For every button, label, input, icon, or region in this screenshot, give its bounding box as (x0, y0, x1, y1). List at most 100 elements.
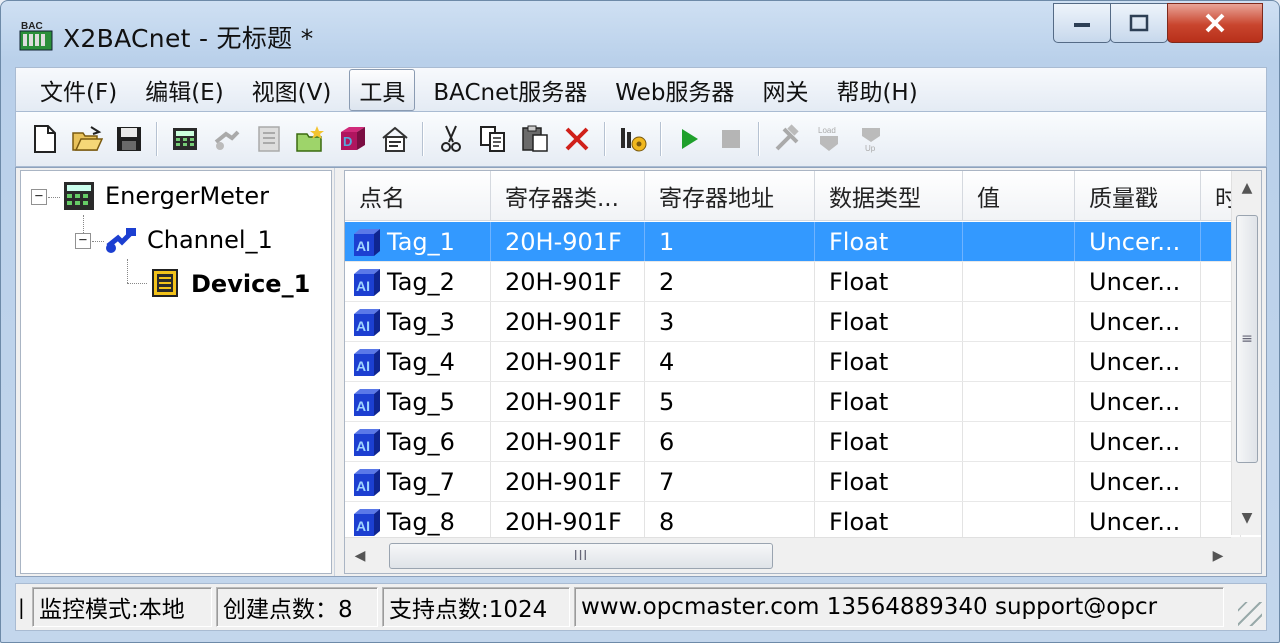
svg-text:AI: AI (356, 318, 370, 334)
cell-name: AI Tag_8 (345, 502, 491, 541)
svg-text:AI: AI (356, 278, 370, 294)
cell-register-address: 8 (645, 502, 815, 541)
app-window: BAC X2BACnet - 无标题 * 文件(F) 编辑(E) 视图(V) 工… (0, 0, 1280, 643)
resize-grip-icon[interactable] (1238, 602, 1262, 626)
tree-item-label: EnergerMeter (105, 182, 269, 210)
run-icon (682, 129, 698, 149)
column-header-register-address[interactable]: 寄存器地址 (645, 171, 815, 221)
cell-name: AI Tag_6 (345, 422, 491, 461)
pane-splitter[interactable] (334, 168, 342, 576)
table-row[interactable]: AI Tag_4 20H-901F 4 Float Uncer... (345, 342, 1241, 382)
cell-register-address: 1 (645, 222, 815, 261)
device-tree[interactable]: − EnergerMeter − Channel_1 Device_1 (20, 170, 332, 574)
open-project-button[interactable] (292, 120, 330, 158)
cell-name: AI Tag_4 (345, 342, 491, 381)
save-button[interactable] (110, 120, 148, 158)
column-header-data-type[interactable]: 数据类型 (815, 171, 963, 221)
add-channel-icon (214, 130, 240, 150)
menu-view[interactable]: 视图(V) (242, 69, 342, 111)
save-icon (117, 127, 141, 151)
vertical-scroll-thumb[interactable]: ≡ (1236, 215, 1258, 463)
cell-quality: Uncer... (1075, 422, 1201, 461)
run-button[interactable] (670, 120, 708, 158)
scroll-right-button[interactable]: ▶ (1203, 538, 1233, 573)
config-button[interactable] (614, 120, 652, 158)
horizontal-scrollbar[interactable]: ◀ III ▶ (345, 537, 1233, 573)
tree-collapse-root[interactable]: − (31, 189, 47, 205)
properties-button[interactable] (376, 120, 414, 158)
table-row[interactable]: AI Tag_3 20H-901F 3 Float Uncer... (345, 302, 1241, 342)
svg-text:AI: AI (356, 518, 370, 534)
delete-button[interactable] (558, 120, 596, 158)
scroll-left-button[interactable]: ◀ (345, 538, 375, 573)
delete-icon (565, 127, 589, 151)
cut-button[interactable] (432, 120, 470, 158)
add-channel-button[interactable] (208, 120, 246, 158)
menu-gateway[interactable]: 网关 (752, 69, 818, 111)
new-file-button[interactable] (26, 120, 64, 158)
table-row[interactable]: AI Tag_2 20H-901F 2 Float Uncer... (345, 262, 1241, 302)
table-row[interactable]: AI Tag_8 20H-901F 8 Float Uncer... (345, 502, 1241, 542)
window-title: X2BACnet - 无标题 * (63, 24, 314, 53)
maximize-button[interactable] (1110, 3, 1168, 43)
column-header-register-type[interactable]: 寄存器类... (491, 171, 645, 221)
column-header-value[interactable]: 值 (963, 171, 1075, 221)
tree-collapse-channel[interactable]: − (75, 233, 91, 249)
cell-name: AI Tag_3 (345, 302, 491, 341)
menu-edit[interactable]: 编辑(E) (135, 69, 233, 111)
svg-text:AI: AI (356, 398, 370, 414)
scroll-up-button[interactable]: ▲ (1232, 171, 1261, 205)
menu-bacnet-server[interactable]: BACnet服务器 (423, 69, 597, 111)
column-header-name[interactable]: 点名 (345, 171, 491, 221)
close-icon (1205, 13, 1225, 33)
horizontal-scroll-thumb[interactable]: III (389, 543, 773, 569)
title-bar[interactable]: BAC X2BACnet - 无标题 * (1, 1, 1279, 67)
svg-text:AI: AI (356, 438, 370, 454)
stop-button[interactable] (712, 120, 750, 158)
table-row[interactable]: AI Tag_5 20H-901F 5 Float Uncer... (345, 382, 1241, 422)
svg-text:D: D (343, 134, 352, 149)
properties-icon (382, 126, 408, 152)
load-button[interactable]: Load (810, 120, 848, 158)
add-group-button[interactable] (250, 120, 288, 158)
scroll-corner (1231, 537, 1261, 573)
minimize-button[interactable] (1053, 3, 1111, 43)
open-button[interactable] (68, 120, 106, 158)
menu-tools[interactable]: 工具 (349, 68, 416, 111)
vertical-scrollbar[interactable]: ▲ ≡ ▼ (1231, 171, 1261, 535)
menu-bar: 文件(F) 编辑(E) 视图(V) 工具 BACnet服务器 Web服务器 网关… (15, 67, 1267, 111)
table-row[interactable]: AI Tag_1 20H-901F 1 Float Uncer... (345, 222, 1241, 262)
menu-file[interactable]: 文件(F) (30, 69, 127, 111)
add-tag-icon: D (341, 127, 365, 150)
upload-button[interactable]: Up (852, 120, 890, 158)
paste-button[interactable] (516, 120, 554, 158)
menu-web-server[interactable]: Web服务器 (605, 69, 744, 111)
table-row[interactable]: AI Tag_6 20H-901F 6 Float Uncer... (345, 422, 1241, 462)
add-tag-button[interactable]: D (334, 120, 372, 158)
toolbar: D Load Up (15, 111, 1267, 167)
tree-item-device[interactable]: Device_1 (147, 267, 310, 301)
cell-quality: Uncer... (1075, 342, 1201, 381)
analog-tag-icon: AI (354, 468, 380, 496)
cell-data-type: Float (815, 382, 963, 421)
cell-data-type: Float (815, 302, 963, 341)
tree-connector (127, 283, 147, 284)
tree-item-channel[interactable]: Channel_1 (103, 223, 273, 257)
cell-value (963, 462, 1075, 501)
cell-name: AI Tag_7 (345, 462, 491, 501)
tree-connector (127, 259, 128, 283)
svg-text:Up: Up (865, 144, 876, 153)
copy-button[interactable] (474, 120, 512, 158)
close-button[interactable] (1167, 3, 1263, 43)
bac-app-icon: BAC (19, 19, 53, 51)
column-header-quality[interactable]: 质量戳 (1075, 171, 1201, 221)
tree-item-root[interactable]: EnergerMeter (61, 179, 269, 213)
table-row[interactable]: AI Tag_7 20H-901F 7 Float Uncer... (345, 462, 1241, 502)
cell-quality: Uncer... (1075, 382, 1201, 421)
tools-button[interactable] (768, 120, 806, 158)
grid-body: AI Tag_1 20H-901F 1 Float Uncer... AI Tag_… (345, 222, 1241, 542)
cell-register-type: 20H-901F (491, 302, 645, 341)
add-device-button[interactable] (166, 120, 204, 158)
menu-help[interactable]: 帮助(H) (826, 69, 927, 111)
scroll-down-button[interactable]: ▼ (1232, 501, 1261, 535)
